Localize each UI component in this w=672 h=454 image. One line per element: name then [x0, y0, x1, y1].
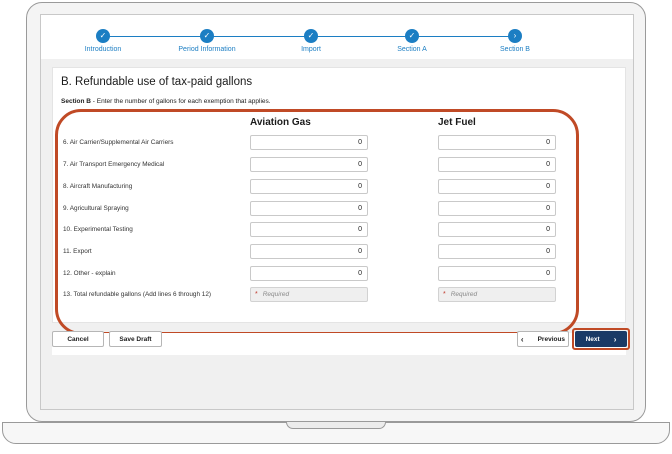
row-label-9: 9. Agricultural Spraying	[63, 205, 129, 212]
aviation-gas-input-10[interactable]	[250, 222, 368, 237]
jet-fuel-input-6[interactable]	[438, 135, 556, 150]
step-section-b-chevron-right-icon[interactable]: ›	[508, 29, 522, 43]
aviation-gas-input-9[interactable]	[250, 201, 368, 216]
row-label-11: 11. Export	[63, 248, 92, 255]
laptop-notch	[286, 422, 386, 429]
jet-fuel-total-field[interactable]: * Required	[438, 287, 556, 302]
aviation-gas-input-7[interactable]	[250, 157, 368, 172]
chevron-left-icon: ‹	[520, 334, 524, 344]
jet-fuel-input-11[interactable]	[438, 244, 556, 259]
chevron-right-icon: ›	[613, 334, 617, 344]
section-desc-text: - Enter the number of gallons for each e…	[90, 98, 271, 105]
step-period-check-icon[interactable]: ✓	[200, 29, 214, 43]
section-desc-bold: Section B	[61, 98, 91, 105]
required-asterisk-icon: *	[255, 291, 258, 298]
row-label-12: 12. Other - explain	[63, 270, 116, 277]
column-header-jet-fuel: Jet Fuel	[438, 117, 476, 128]
save-draft-button[interactable]: Save Draft	[109, 331, 162, 347]
step-import-check-icon[interactable]: ✓	[304, 29, 318, 43]
jet-fuel-input-7[interactable]	[438, 157, 556, 172]
row-label-7: 7. Air Transport Emergency Medical	[63, 161, 165, 168]
step-import-label[interactable]: Import	[261, 46, 361, 53]
required-placeholder: Required	[450, 291, 478, 298]
jet-fuel-input-9[interactable]	[438, 201, 556, 216]
row-label-10: 10. Experimental Testing	[63, 226, 133, 233]
aviation-gas-input-12[interactable]	[250, 266, 368, 281]
next-button[interactable]: Next ›	[575, 331, 627, 347]
step-period-label[interactable]: Period Information	[157, 46, 257, 53]
step-introduction-check-icon[interactable]: ✓	[96, 29, 110, 43]
previous-label: Previous	[537, 335, 566, 343]
row-label-8: 8. Aircraft Manufacturing	[63, 183, 133, 190]
aviation-gas-input-8[interactable]	[250, 179, 368, 194]
aviation-gas-input-6[interactable]	[250, 135, 368, 150]
previous-button[interactable]: ‹ Previous	[517, 331, 569, 347]
step-introduction-label[interactable]: Introduction	[53, 46, 153, 53]
required-asterisk-icon: *	[443, 291, 446, 298]
app-screen: ✓ Introduction ✓ Period Information ✓ Im…	[40, 14, 634, 410]
step-section-a-label[interactable]: Section A	[362, 46, 462, 53]
section-description: Section B - Enter the number of gallons …	[61, 98, 271, 105]
section-title: B. Refundable use of tax-paid gallons	[61, 76, 253, 88]
jet-fuel-input-8[interactable]	[438, 179, 556, 194]
section-b-card: B. Refundable use of tax-paid gallons Se…	[52, 67, 626, 323]
next-label: Next	[585, 335, 600, 343]
step-section-a-check-icon[interactable]: ✓	[405, 29, 419, 43]
required-placeholder: Required	[262, 291, 290, 298]
row-label-6: 6. Air Carrier/Supplemental Air Carriers	[63, 139, 174, 146]
step-section-b-label[interactable]: Section B	[465, 46, 565, 53]
column-header-aviation-gas: Aviation Gas	[250, 117, 311, 128]
jet-fuel-input-10[interactable]	[438, 222, 556, 237]
progress-stepper: ✓ Introduction ✓ Period Information ✓ Im…	[41, 15, 633, 59]
jet-fuel-input-12[interactable]	[438, 266, 556, 281]
row-label-13-total: 13. Total refundable gallons (Add lines …	[63, 291, 212, 298]
aviation-gas-input-11[interactable]	[250, 244, 368, 259]
aviation-gas-total-field[interactable]: * Required	[250, 287, 368, 302]
cancel-button[interactable]: Cancel	[52, 331, 104, 347]
